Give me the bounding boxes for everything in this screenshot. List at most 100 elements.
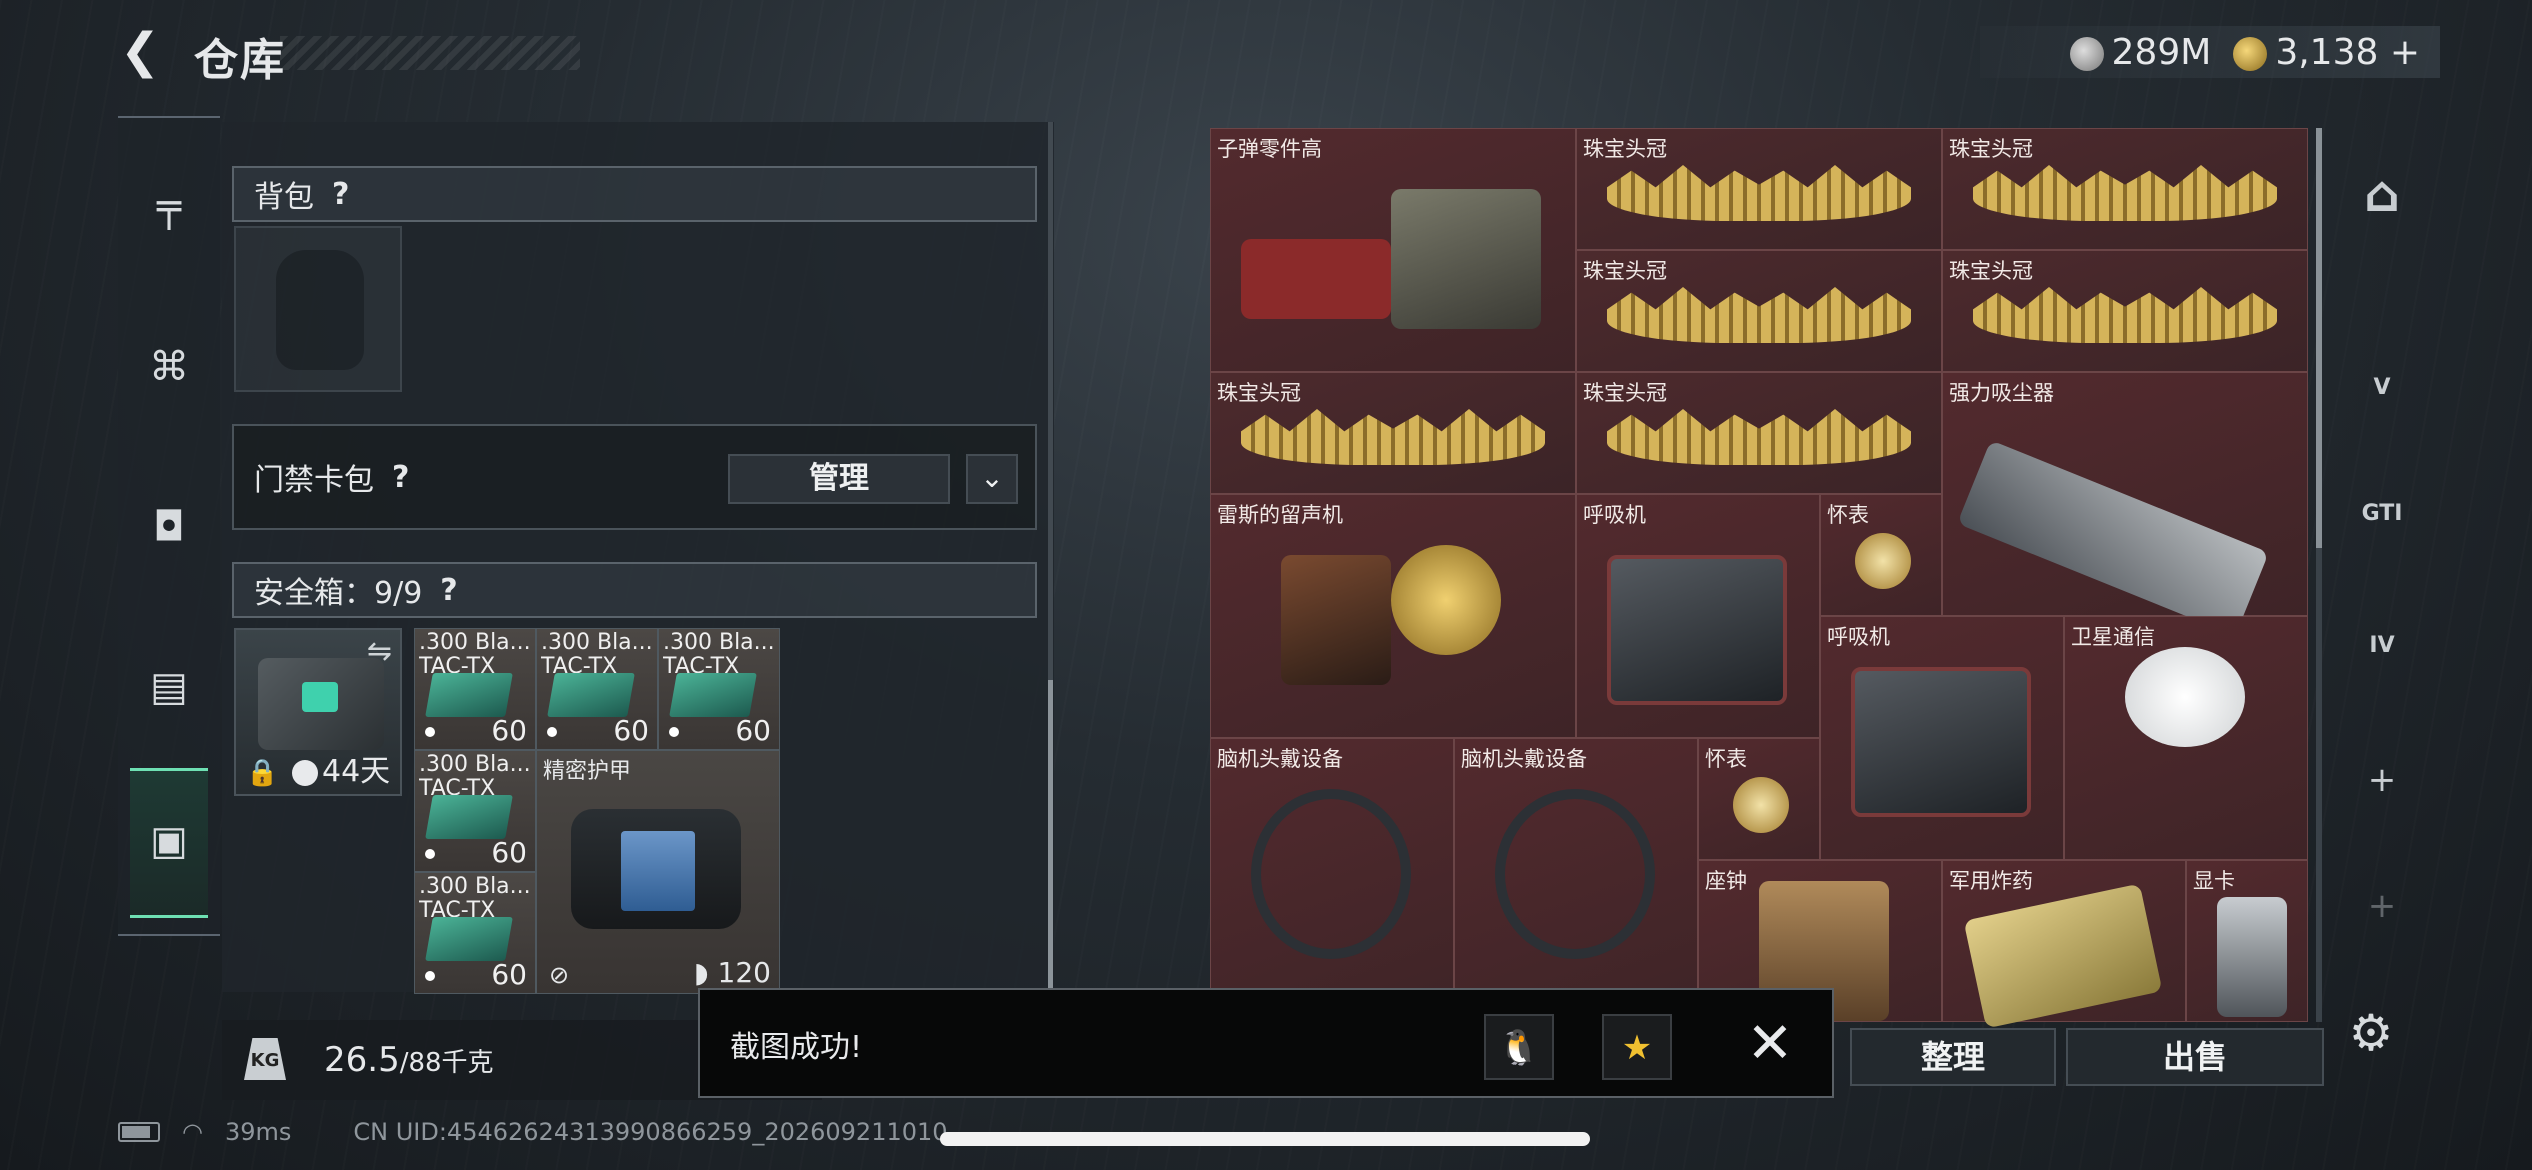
lock-icon: 🔒 (246, 758, 279, 788)
stash-item[interactable]: 军用炸药 (1942, 860, 2186, 1029)
stash-item[interactable]: 呼吸机 (1576, 494, 1820, 738)
armor-item[interactable]: 精密护甲 ⊘ ◗ 120 (536, 750, 780, 994)
safebox-label: 安全箱：9/9 (254, 576, 423, 611)
crown-image (1973, 165, 2277, 221)
currency-bar: 289M 3,138 + (1980, 26, 2440, 78)
helmet-icon[interactable]: ◘ (140, 498, 198, 556)
stash-item[interactable]: 呼吸机 (1820, 616, 2064, 860)
battery-icon (118, 1122, 160, 1142)
safebox-slot[interactable]: ⇋ 🔒 44天 (234, 628, 402, 796)
safebox-grid: .300 Bla... TAC-TX 60 .300 Bla... TAC-TX 60 … (414, 628, 780, 994)
backpack-label: 背包 (254, 180, 314, 215)
bci-headset-image (1495, 789, 1655, 959)
backpack-help-icon[interactable]: ? (332, 177, 349, 212)
ammo-dot-icon (425, 849, 435, 859)
stash-gti-icon[interactable]: GTI (2340, 484, 2424, 544)
ammo-item[interactable]: .300 Bla... TAC-TX 60 (658, 628, 780, 750)
toolbox-icon[interactable]: ▣ (140, 812, 198, 870)
top-bar: ❮ 仓库 289M 3,138 + (110, 18, 2440, 88)
ammo-dot-icon (669, 727, 679, 737)
weight-text: 26.5/88千克 (324, 1040, 494, 1080)
stash-item[interactable]: 雷斯的留声机 (1210, 494, 1576, 738)
stash-item[interactable]: 珠宝头冠 (1942, 128, 2308, 250)
safebox-help-icon[interactable]: ? (440, 573, 457, 608)
ammo-item[interactable]: .300 Bla... TAC-TX 60 (414, 872, 536, 994)
silver-coin-icon (2069, 36, 2104, 71)
stash-v-icon[interactable]: V (2340, 358, 2424, 418)
vacuum-image (1957, 440, 2269, 636)
armor-durability: ◗ 120 (693, 956, 771, 989)
ammo-box-image (425, 917, 513, 961)
add-tab-icon[interactable]: + (2340, 750, 2424, 810)
ammo-item[interactable]: .300 Bla... TAC-TX 60 (536, 628, 658, 750)
backpack-icon[interactable]: ▤ (140, 658, 198, 716)
keycard-label: 门禁卡包 (254, 463, 374, 498)
sort-button[interactable]: 整理 (1850, 1028, 2056, 1086)
keycard-help-icon[interactable]: ? (392, 460, 409, 495)
currency-gold[interactable]: 3,138 + (2233, 32, 2420, 73)
ammo-box-image (425, 673, 513, 717)
stash-grid: 子弹零件高 珠宝头冠 珠宝头冠 珠宝头冠 珠宝头冠 珠宝头冠 珠宝头冠 强力吸尘… (1210, 128, 2308, 1029)
stash-item[interactable]: 脑机头戴设备 (1454, 738, 1698, 1022)
ammo-box-image (425, 795, 513, 839)
crown-image (1607, 165, 1911, 221)
stash-item[interactable]: 珠宝头冠 (1576, 128, 1942, 250)
stash-item[interactable]: 珠宝头冠 (1576, 372, 1942, 494)
add-tab-icon-2[interactable]: + (2340, 876, 2424, 936)
loadout-scroll-thumb[interactable] (1048, 680, 1053, 990)
ammo-parts-tray-image (1241, 239, 1391, 319)
phonograph-horn-image (1391, 545, 1501, 655)
graphics-card-image (2217, 897, 2287, 1017)
manage-button[interactable]: 管理 (728, 454, 950, 504)
qq-penguin-icon[interactable]: 🐧 (1484, 1014, 1554, 1080)
safe-case-latch (302, 682, 338, 712)
backpack-slot[interactable] (234, 226, 402, 392)
stash-item[interactable]: 怀表 (1698, 738, 1820, 860)
weight-kg-icon: KG (244, 1038, 286, 1080)
explosives-image (1963, 883, 2163, 1029)
backpack-header: 背包 ? (232, 166, 1037, 222)
ammo-item[interactable]: .300 Bla... TAC-TX 60 (414, 628, 536, 750)
back-arrow-icon[interactable]: ❮ (120, 26, 170, 76)
armor-label: 精密护甲 (543, 759, 632, 784)
pistol-icon[interactable]: ╤ (140, 178, 198, 236)
vest-icon[interactable]: ⌘ (140, 338, 198, 396)
toast-message: 截图成功! (730, 1030, 863, 1065)
home-indicator[interactable] (940, 1132, 1590, 1146)
gear-icon[interactable]: ⚙ (2342, 1004, 2400, 1062)
title-decoration (280, 36, 580, 70)
ammo-dot-icon (425, 727, 435, 737)
add-currency-icon[interactable]: + (2390, 32, 2420, 73)
stash-item[interactable]: 脑机头戴设备 (1210, 738, 1454, 1022)
stash-item[interactable]: 珠宝头冠 (1210, 372, 1576, 494)
phonograph-body-image (1281, 555, 1391, 685)
chevron-down-icon[interactable]: ⌄ (966, 454, 1018, 504)
ammo-item[interactable]: .300 Bla... TAC-TX 60 (414, 750, 536, 872)
close-icon[interactable]: ✕ (1742, 1016, 1798, 1072)
ping-text: 39ms (224, 1118, 292, 1146)
ammo-dot-icon (425, 971, 435, 981)
page-title: 仓库 (194, 35, 286, 86)
screenshot-toast: 截图成功! 🐧 ★ ✕ (698, 988, 1834, 1098)
stash-main-icon[interactable]: ⌂ (2340, 164, 2424, 224)
ammo-dot-icon (547, 727, 557, 737)
gold-coin-icon (2233, 36, 2268, 71)
stash-item[interactable]: 强力吸尘器 (1942, 372, 2308, 636)
stash-item[interactable]: 珠宝头冠 (1942, 250, 2308, 372)
stash-item[interactable]: 显卡 (2186, 860, 2308, 1022)
bci-headset-image (1251, 789, 1411, 959)
qzone-star-icon[interactable]: ★ (1602, 1014, 1672, 1080)
stash-item[interactable]: 怀表 (1820, 494, 1942, 616)
stash-item[interactable]: 卫星通信 (2064, 616, 2308, 860)
stash-item[interactable]: 子弹零件高 (1210, 128, 1576, 372)
safebox-header: 安全箱：9/9 ? (232, 562, 1037, 618)
safebox-days: 44天 (292, 746, 390, 790)
stash-item[interactable]: 珠宝头冠 (1576, 250, 1942, 372)
ammo-box-image (547, 673, 635, 717)
crown-image (1973, 287, 2277, 343)
sell-button[interactable]: 出售 (2066, 1028, 2324, 1086)
satellite-dish-image (2125, 647, 2245, 747)
stash-iv-icon[interactable]: IV (2340, 616, 2424, 676)
ammo-parts-box-image (1391, 189, 1541, 329)
status-bar: ◠ 39ms CN UID:4546262431399086​6259_2026… (118, 1118, 948, 1146)
